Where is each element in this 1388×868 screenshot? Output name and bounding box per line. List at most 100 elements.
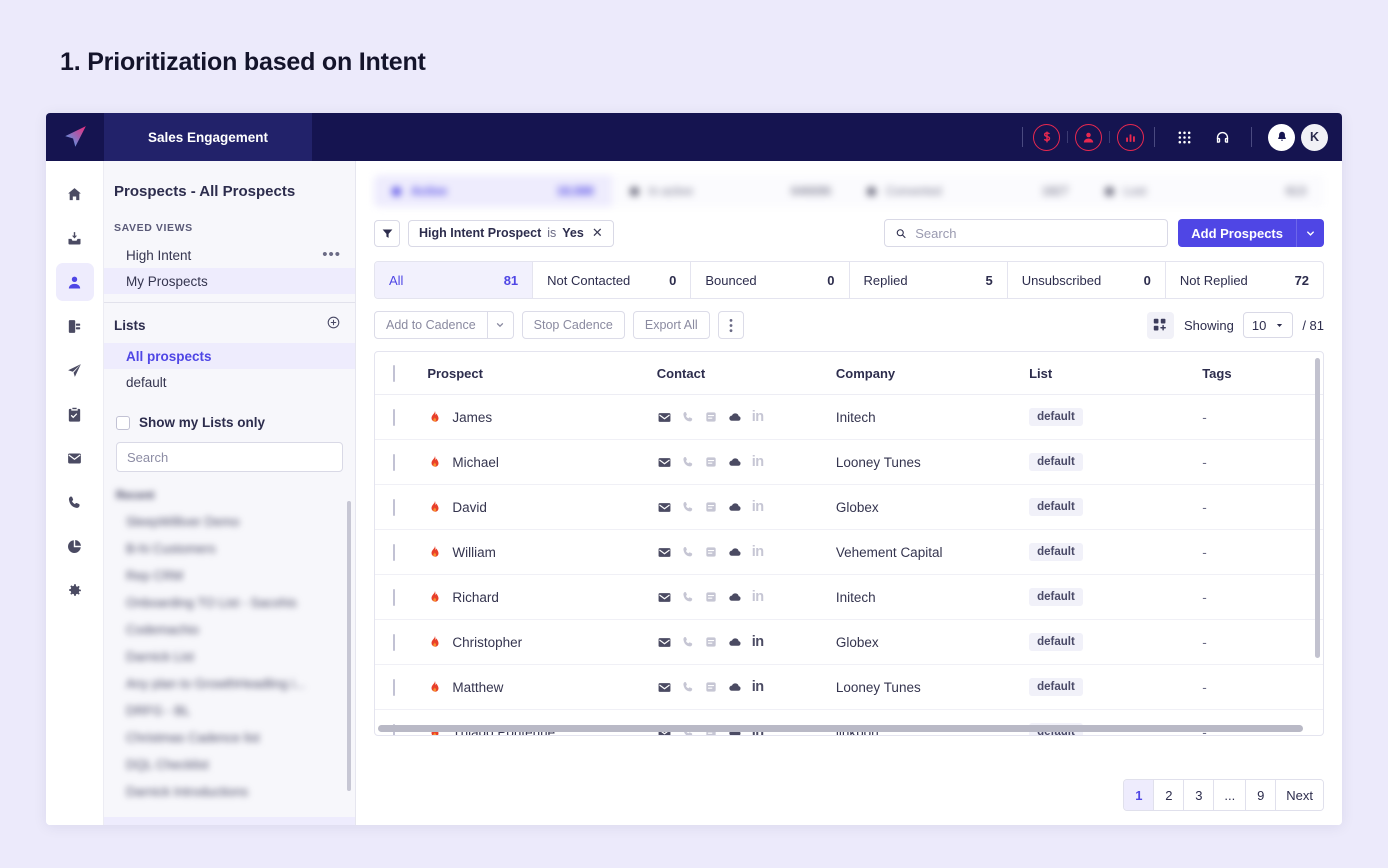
recent-item[interactable]: Any plan to GrowthHeadling i... — [104, 670, 355, 697]
table-row[interactable]: DavidinGlobexdefault- — [375, 485, 1323, 530]
column-header-contact[interactable]: Contact — [657, 352, 836, 395]
contact-email-icon[interactable] — [657, 680, 672, 695]
row-checkbox[interactable] — [393, 634, 395, 651]
status-tab-converted[interactable]: Converted 1827 — [849, 175, 1087, 207]
rail-item-prospects[interactable] — [56, 263, 94, 301]
sidebar-item-high-intent[interactable]: High Intent ••• — [104, 242, 355, 268]
revenue-dollar-icon[interactable] — [1033, 124, 1060, 151]
recent-item[interactable]: Christmas Cadence list — [104, 724, 355, 751]
rail-item-calls[interactable] — [56, 483, 94, 521]
contacts-person-icon[interactable] — [1075, 124, 1102, 151]
next-page-button[interactable]: Next — [1276, 780, 1323, 810]
grid-add-icon[interactable] — [1147, 312, 1174, 339]
recent-item[interactable]: Rep CRM — [104, 562, 355, 589]
stat-all[interactable]: All 81 — [375, 262, 533, 298]
contact-cloud-icon[interactable] — [727, 410, 743, 424]
table-horizontal-scrollbar[interactable] — [378, 725, 1303, 732]
contact-email-icon[interactable] — [657, 590, 672, 605]
contact-cloud-icon[interactable] — [727, 455, 743, 469]
notifications-bell-icon[interactable] — [1268, 124, 1295, 151]
stat-unsubscribed[interactable]: Unsubscribed 0 — [1008, 262, 1166, 298]
rail-item-inbox[interactable] — [56, 219, 94, 257]
contact-linkedin-icon[interactable]: in — [752, 589, 764, 605]
table-row[interactable]: MatthewinLooney Tunesdefault- — [375, 665, 1323, 710]
row-checkbox[interactable] — [393, 544, 395, 561]
recent-item[interactable]: Darnick Introductions — [104, 778, 355, 805]
column-header-prospect[interactable]: Prospect — [427, 352, 656, 395]
stat-not-replied[interactable]: Not Replied 72 — [1166, 262, 1323, 298]
recent-item[interactable]: SleepWilliver Demo — [104, 508, 355, 535]
page-size-select[interactable]: 10 — [1243, 312, 1293, 338]
table-row[interactable]: ChristopherinGlobexdefault- — [375, 620, 1323, 665]
column-header-list[interactable]: List — [1029, 352, 1202, 395]
contact-phone-icon[interactable] — [681, 500, 695, 514]
rail-item-reports[interactable] — [56, 527, 94, 565]
stat-replied[interactable]: Replied 5 — [850, 262, 1008, 298]
page-button-2[interactable]: 2 — [1154, 780, 1184, 810]
add-list-plus-circle-icon[interactable] — [326, 315, 341, 335]
page-button-3[interactable]: 3 — [1184, 780, 1214, 810]
contact-linkedin-icon[interactable]: in — [752, 634, 764, 650]
row-checkbox[interactable] — [393, 499, 395, 516]
contact-cloud-icon[interactable] — [727, 500, 743, 514]
sidebar-search-input[interactable]: Search — [116, 442, 343, 472]
stat-not-contacted[interactable]: Not Contacted 0 — [533, 262, 691, 298]
add-prospects-button[interactable]: Add Prospects — [1178, 219, 1296, 247]
contact-sms-icon[interactable] — [704, 410, 718, 424]
contact-email-icon[interactable] — [657, 455, 672, 470]
app-logo[interactable] — [46, 113, 104, 161]
contact-phone-icon[interactable] — [681, 590, 695, 604]
stop-cadence-button[interactable]: Stop Cadence — [522, 311, 625, 339]
status-tab-inactive[interactable]: In active 646696 — [612, 175, 850, 207]
table-row[interactable]: RichardinInitechdefault- — [375, 575, 1323, 620]
contact-email-icon[interactable] — [657, 545, 672, 560]
contact-email-icon[interactable] — [657, 410, 672, 425]
prospect-name[interactable]: William — [452, 545, 496, 560]
active-filter-chip[interactable]: High Intent Prospect is Yes ✕ — [408, 220, 614, 247]
contact-cloud-icon[interactable] — [727, 635, 743, 649]
column-header-company[interactable]: Company — [836, 352, 1029, 395]
headset-support-icon[interactable] — [1209, 124, 1235, 150]
status-tab-active[interactable]: Active 18,588 — [374, 175, 612, 207]
contact-phone-icon[interactable] — [681, 545, 695, 559]
user-avatar[interactable]: K — [1301, 124, 1328, 151]
brand-tab[interactable]: Sales Engagement — [104, 113, 312, 161]
contact-cloud-icon[interactable] — [727, 680, 743, 694]
rail-item-cadences[interactable] — [56, 351, 94, 389]
export-all-button[interactable]: Export All — [633, 311, 710, 339]
filter-funnel-icon[interactable] — [374, 220, 400, 247]
contact-sms-icon[interactable] — [704, 500, 718, 514]
rail-item-emails[interactable] — [56, 439, 94, 477]
recent-item[interactable]: Onboarding TO List - Sacohis — [104, 589, 355, 616]
row-checkbox[interactable] — [393, 679, 395, 696]
recent-item[interactable]: Darnick List — [104, 643, 355, 670]
contact-sms-icon[interactable] — [704, 590, 718, 604]
sidebar-list-all-prospects[interactable]: All prospects — [104, 343, 355, 369]
row-checkbox[interactable] — [393, 454, 395, 471]
rail-item-settings[interactable] — [56, 571, 94, 609]
status-tab-lost[interactable]: Lost 613 — [1087, 175, 1325, 207]
select-all-checkbox[interactable] — [393, 365, 395, 382]
contact-phone-icon[interactable] — [681, 635, 695, 649]
table-vertical-scrollbar[interactable] — [1315, 358, 1320, 658]
analytics-bar-chart-icon[interactable] — [1117, 124, 1144, 151]
contact-phone-icon[interactable] — [681, 410, 695, 424]
contact-linkedin-icon[interactable]: in — [752, 499, 764, 515]
recent-item[interactable]: DRFG - BL — [104, 697, 355, 724]
prospect-name[interactable]: David — [452, 500, 487, 515]
prospect-name[interactable]: Christopher — [452, 635, 522, 650]
prospect-name[interactable]: Richard — [452, 590, 499, 605]
contact-cloud-icon[interactable] — [727, 590, 743, 604]
add-to-cadence-button[interactable]: Add to Cadence — [374, 311, 488, 339]
stat-bounced[interactable]: Bounced 0 — [691, 262, 849, 298]
column-header-tags[interactable]: Tags — [1202, 352, 1323, 395]
page-button-1[interactable]: 1 — [1124, 780, 1154, 810]
rail-item-tasks[interactable] — [56, 395, 94, 433]
kebab-menu-icon[interactable] — [718, 311, 744, 339]
contact-sms-icon[interactable] — [704, 455, 718, 469]
contact-linkedin-icon[interactable]: in — [752, 409, 764, 425]
row-checkbox[interactable] — [393, 409, 395, 426]
recent-item[interactable]: Codemachio — [104, 616, 355, 643]
add-prospects-chevron-down-icon[interactable] — [1296, 219, 1324, 247]
table-row[interactable]: JamesinInitechdefault- — [375, 395, 1323, 440]
